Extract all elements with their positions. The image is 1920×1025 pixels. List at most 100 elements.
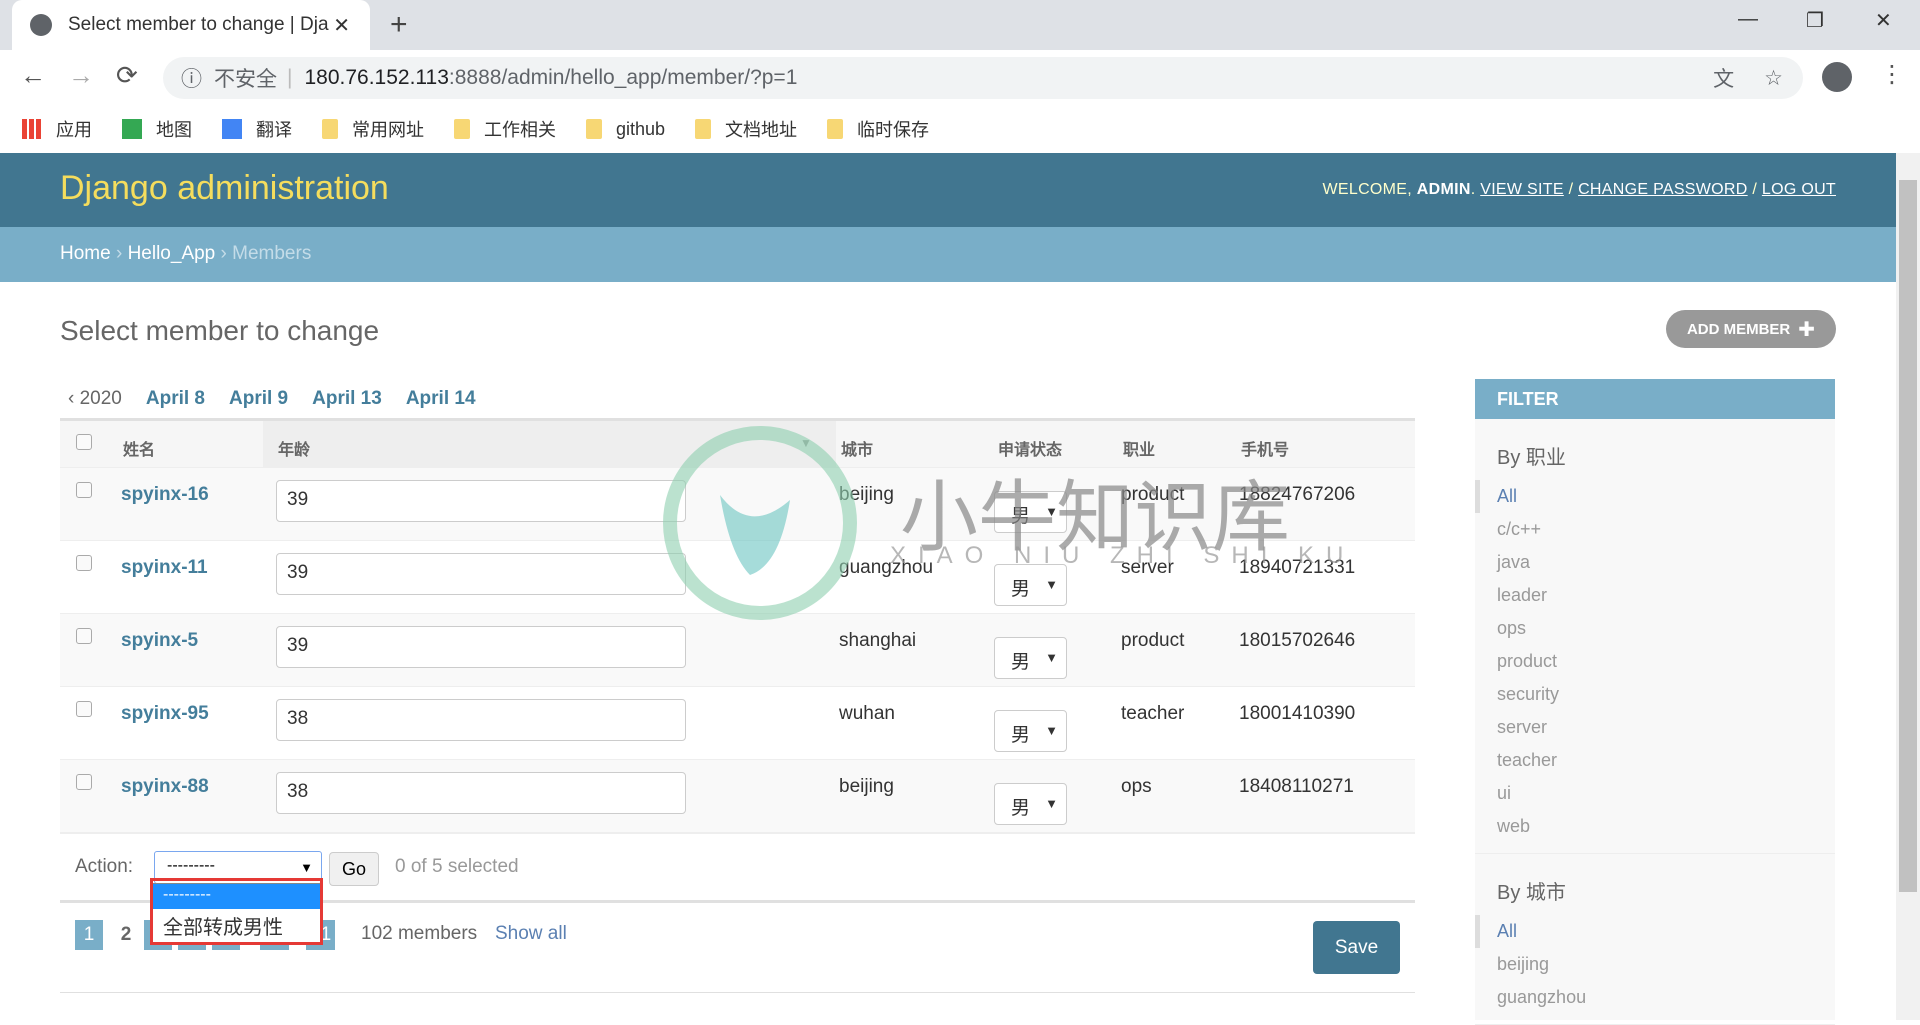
username: admin <box>1416 181 1471 198</box>
close-window-button[interactable]: ✕ <box>1875 8 1892 33</box>
date-back-link[interactable]: ‹ 2020 <box>68 388 122 410</box>
status-select[interactable]: 男 <box>994 564 1067 606</box>
back-button[interactable]: ← <box>20 60 46 91</box>
translate-page-icon[interactable]: 文 <box>1713 63 1734 93</box>
result-count: 102 members <box>361 923 478 944</box>
show-all-link[interactable]: Show all <box>495 923 567 945</box>
add-member-button[interactable]: ADD MEMBER ✚ <box>1666 310 1836 348</box>
filter-option[interactable]: All <box>1475 915 1835 948</box>
filter-group-title: By 职业 <box>1497 447 1566 469</box>
filter-option[interactable]: security <box>1475 678 1835 711</box>
filter-option[interactable]: All <box>1475 480 1835 513</box>
filter-option[interactable]: beijing <box>1475 948 1835 981</box>
forward-button[interactable]: → <box>68 60 94 91</box>
sort-desc-icon[interactable]: ▼ <box>800 436 812 450</box>
change-password-link[interactable]: Change password <box>1578 181 1748 198</box>
scrollbar-thumb[interactable] <box>1899 180 1917 892</box>
row-checkbox[interactable] <box>76 774 92 790</box>
column-city[interactable]: 城市 <box>841 436 873 460</box>
reload-button[interactable]: ⟳ <box>116 60 138 91</box>
security-label: 不安全 <box>214 68 277 91</box>
row-checkbox[interactable] <box>76 628 92 644</box>
age-input[interactable]: 38 <box>276 772 686 814</box>
phone-cell: 18408110271 <box>1239 776 1354 797</box>
member-link[interactable]: spyinx-88 <box>121 776 209 798</box>
age-input[interactable]: 39 <box>276 480 686 522</box>
city-cell: shanghai <box>839 630 917 651</box>
bookmark-label: 应用 <box>56 120 92 140</box>
site-brand[interactable]: Django administration <box>60 169 389 208</box>
url-host: 180.76.152.113 <box>304 66 449 89</box>
bookmark-label: 工作相关 <box>484 120 556 140</box>
member-link[interactable]: spyinx-95 <box>121 703 209 725</box>
bookmark-label: 常用网址 <box>352 120 424 140</box>
breadcrumb-app[interactable]: Hello_App <box>128 243 216 264</box>
member-link[interactable]: spyinx-11 <box>121 557 208 579</box>
filter-option[interactable]: web <box>1475 810 1835 843</box>
filter-option[interactable]: ops <box>1475 612 1835 645</box>
profile-icon[interactable] <box>1822 62 1852 92</box>
menu-icon[interactable]: ⋮ <box>1880 60 1904 89</box>
bookmark-item[interactable]: 常用网址 <box>322 116 424 142</box>
filter-option[interactable]: c/c++ <box>1475 513 1835 546</box>
member-link[interactable]: spyinx-16 <box>121 484 209 506</box>
bookmark-item[interactable]: 翻译 <box>222 116 292 142</box>
admin-header: Django administration Welcome, admin. Vi… <box>0 153 1896 227</box>
age-input[interactable]: 39 <box>276 553 686 595</box>
column-age[interactable]: 年龄 <box>278 436 310 460</box>
restore-button[interactable]: ❐ <box>1806 8 1824 33</box>
bookmark-item[interactable]: github <box>586 119 665 140</box>
filter-option[interactable]: product <box>1475 645 1835 678</box>
breadcrumb-current: Members <box>232 243 312 264</box>
info-icon[interactable]: ⓘ <box>181 63 202 93</box>
filter-option[interactable]: java <box>1475 546 1835 579</box>
date-link[interactable]: April 8 <box>146 388 205 410</box>
folder-icon <box>322 119 338 139</box>
plus-icon: ✚ <box>1798 318 1816 341</box>
page-current: 1 <box>75 920 103 950</box>
date-hierarchy: ‹ 2020 April 8 April 9 April 13 April 14 <box>68 388 476 410</box>
logout-link[interactable]: Log out <box>1762 181 1836 198</box>
row-checkbox[interactable] <box>76 701 92 717</box>
row-checkbox[interactable] <box>76 482 92 498</box>
view-site-link[interactable]: View site <box>1480 181 1564 198</box>
status-select[interactable]: 男 <box>994 637 1067 679</box>
bookmark-item[interactable]: 文档地址 <box>695 116 797 142</box>
url-input[interactable]: ⓘ 不安全 | 180.76.152.113:8888/admin/hello_… <box>163 57 1803 99</box>
bookmark-item[interactable]: 工作相关 <box>454 116 556 142</box>
age-input[interactable]: 38 <box>276 699 686 741</box>
filter-option[interactable]: guangzhou <box>1475 981 1835 1014</box>
select-all-checkbox[interactable] <box>76 434 92 450</box>
date-link[interactable]: April 14 <box>406 388 476 410</box>
minimize-button[interactable]: — <box>1738 8 1758 31</box>
bookmark-item[interactable]: 临时保存 <box>827 116 929 142</box>
status-select[interactable]: 男 <box>994 710 1067 752</box>
table-row: spyinx-95 38 wuhan 男 teacher 18001410390 <box>60 687 1415 760</box>
close-tab-icon[interactable]: ✕ <box>333 13 350 38</box>
breadcrumb-home[interactable]: Home <box>60 243 111 264</box>
go-button[interactable]: Go <box>329 852 379 886</box>
new-tab-button[interactable]: + <box>390 8 408 42</box>
bookmark-item[interactable]: 地图 <box>122 116 192 142</box>
row-checkbox[interactable] <box>76 555 92 571</box>
save-button[interactable]: Save <box>1313 921 1400 974</box>
date-link[interactable]: April 13 <box>312 388 382 410</box>
date-link[interactable]: April 9 <box>229 388 288 410</box>
bookmarks-bar: 应用 地图 翻译 常用网址 工作相关 github 文档地址 临时保存 <box>0 105 1920 153</box>
member-link[interactable]: spyinx-5 <box>121 630 198 652</box>
page-link[interactable]: 2 <box>112 920 140 950</box>
status-select[interactable]: 男 <box>994 783 1067 825</box>
browser-tab[interactable]: Select member to change | Dja ✕ <box>12 0 370 50</box>
job-cell: teacher <box>1121 703 1185 724</box>
watermark-subtext: XIAO NIU ZHI SHI KU <box>890 542 1356 569</box>
filter-option[interactable]: server <box>1475 711 1835 744</box>
column-name[interactable]: 姓名 <box>123 436 155 460</box>
star-icon[interactable]: ☆ <box>1764 66 1783 91</box>
filter-option[interactable]: teacher <box>1475 744 1835 777</box>
filter-group-title: By 城市 <box>1497 882 1566 904</box>
bookmark-item[interactable]: 应用 <box>22 116 92 142</box>
filter-option[interactable]: leader <box>1475 579 1835 612</box>
age-input[interactable]: 39 <box>276 626 686 668</box>
filter-option[interactable]: ui <box>1475 777 1835 810</box>
globe-icon <box>30 14 52 36</box>
